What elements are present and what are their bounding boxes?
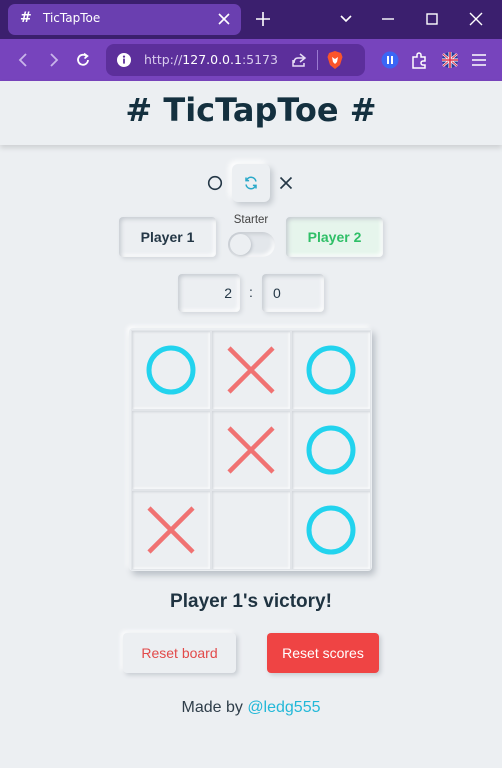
reset-scores-button[interactable]: Reset scores <box>267 633 379 673</box>
score-separator: : <box>249 284 253 300</box>
url-host: 127.0.0.1 <box>182 52 242 67</box>
tab-favicon: # <box>20 10 32 26</box>
board-cell-8[interactable] <box>211 490 291 570</box>
author-link[interactable]: @ledg555 <box>247 699 320 716</box>
page-title: # TicTapToe # <box>125 91 377 129</box>
footer: Made by @ledg555 <box>0 699 502 717</box>
player-1-name[interactable]: Player 1 <box>119 217 216 257</box>
brave-shields-icon[interactable] <box>326 50 344 70</box>
forward-icon[interactable] <box>44 51 62 69</box>
close-tab-icon[interactable] <box>217 10 231 28</box>
player-2-name[interactable]: Player 2 <box>286 217 383 257</box>
tab-title: TicTapToe <box>43 11 101 25</box>
game-page: # TicTapToe # Player 1 Starter Player 2 … <box>0 81 502 768</box>
starter-label: Starter <box>233 214 269 226</box>
board-cell-7[interactable] <box>131 490 211 570</box>
browser-toolbar: http://127.0.0.1:5173 <box>0 39 502 81</box>
browser-tab-bar: # TicTapToe <box>0 0 502 39</box>
o-mark <box>306 345 356 395</box>
board-cell-1[interactable] <box>131 330 211 410</box>
maximize-icon[interactable] <box>424 10 440 28</box>
x-mark <box>227 426 275 474</box>
pause-extension-icon[interactable] <box>380 50 400 70</box>
footer-made-by: Made by <box>181 699 243 716</box>
player-2-score: 0 <box>262 274 324 312</box>
address-bar[interactable]: http://127.0.0.1:5173 <box>106 44 365 76</box>
x-mark <box>147 506 195 554</box>
reload-icon[interactable] <box>74 51 92 69</box>
new-tab-icon[interactable] <box>255 10 271 28</box>
url-prefix: http:// <box>144 52 183 67</box>
board-cell-6[interactable] <box>291 410 371 490</box>
site-info-icon[interactable] <box>116 52 132 68</box>
browser-tab[interactable]: # TicTapToe <box>8 4 241 35</box>
starter-toggle-knob <box>230 234 251 255</box>
player-1-score: 2 <box>178 274 240 312</box>
reset-board-button[interactable]: Reset board <box>123 633 236 673</box>
starter-symbol-o <box>207 175 223 191</box>
o-mark <box>146 345 196 395</box>
starter-toggle[interactable] <box>228 232 275 257</box>
board-cell-4[interactable] <box>131 410 211 490</box>
x-mark <box>227 346 275 394</box>
url-port: :5173 <box>241 52 278 67</box>
url-text: http://127.0.0.1:5173 <box>144 52 278 67</box>
board-cell-9[interactable] <box>291 490 371 570</box>
share-icon[interactable] <box>290 51 308 69</box>
board-cell-3[interactable] <box>291 330 371 410</box>
back-icon[interactable] <box>15 51 33 69</box>
game-board <box>129 328 372 571</box>
close-window-icon[interactable] <box>468 10 484 28</box>
result-message: Player 1's victory! <box>170 591 332 612</box>
o-mark <box>306 505 356 555</box>
board-cell-2[interactable] <box>211 330 291 410</box>
swap-arrows-icon <box>245 176 257 190</box>
starter-symbol-x <box>279 176 293 190</box>
o-mark <box>306 425 356 475</box>
board-cell-5[interactable] <box>211 410 291 490</box>
vpn-flag-icon[interactable] <box>440 50 460 70</box>
address-bar-divider <box>317 50 318 70</box>
minimize-icon[interactable] <box>380 10 396 28</box>
menu-hamburger-icon[interactable] <box>469 50 489 70</box>
swap-symbols-button[interactable] <box>232 164 270 202</box>
tab-list-chevron-icon[interactable] <box>338 10 354 28</box>
extensions-puzzle-icon[interactable] <box>409 50 429 70</box>
page-header: # TicTapToe # <box>0 81 502 145</box>
